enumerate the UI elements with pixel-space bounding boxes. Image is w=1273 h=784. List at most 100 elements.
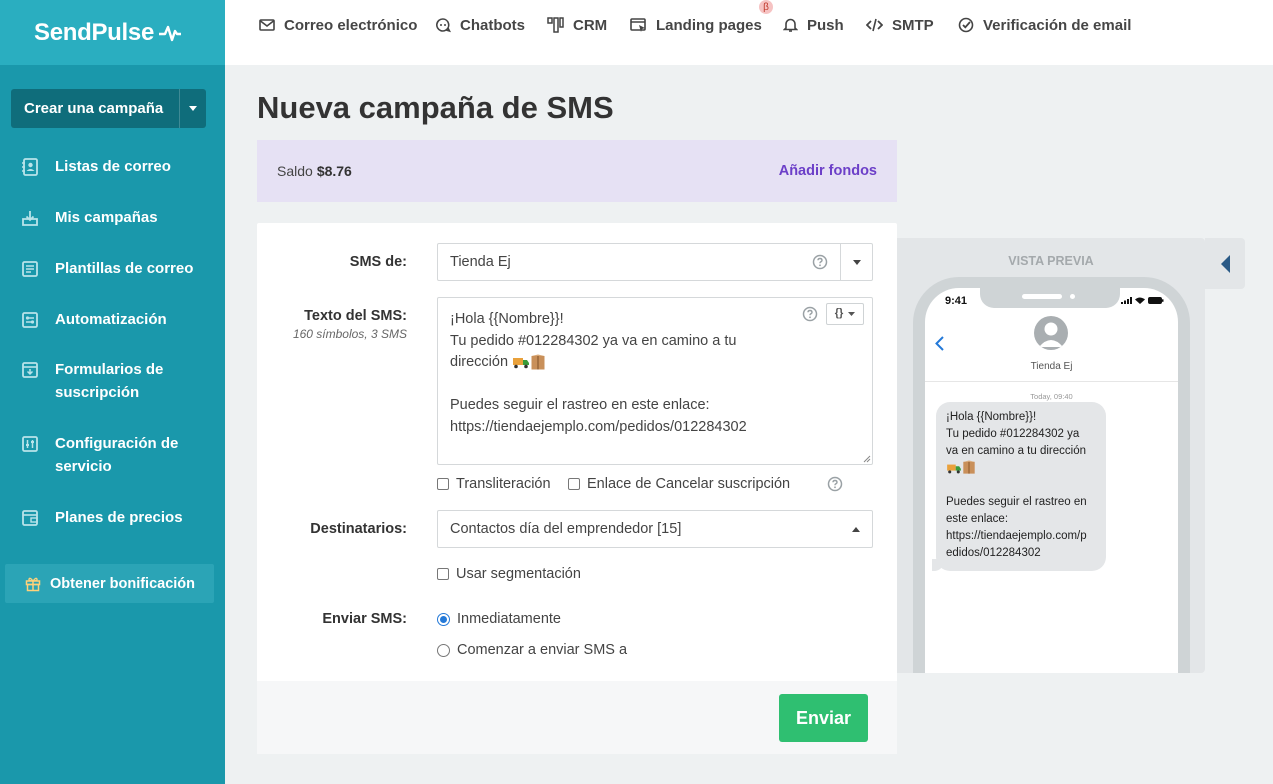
- mail-icon: [259, 19, 275, 31]
- sms-form: SMS de: Tienda Ej Texto del SMS: 160 sím…: [257, 223, 897, 754]
- templates-icon: [22, 261, 38, 277]
- sender-select[interactable]: Tienda Ej: [437, 243, 873, 281]
- back-arrow-icon[interactable]: [935, 336, 944, 351]
- topnav-push[interactable]: Push: [783, 15, 844, 35]
- pulse-icon: [159, 25, 182, 41]
- message-line: ¡Hola {{Nombre}}!: [450, 311, 564, 327]
- help-icon[interactable]: [827, 476, 843, 492]
- phone-screen: 9:41 Tienda Ej Today, 09:40 ¡Hola {{Nomb…: [925, 288, 1178, 673]
- checkbox-box[interactable]: [437, 568, 449, 580]
- recipients-select[interactable]: Contactos día del emprendedor [15]: [437, 510, 873, 548]
- collapse-preview-button[interactable]: [1205, 238, 1245, 289]
- help-icon[interactable]: [802, 306, 818, 322]
- wifi-icon: [1135, 297, 1145, 304]
- sms-bubble: ¡Hola {{Nombre}}! Tu pedido #012284302 y…: [932, 402, 1106, 571]
- message-line-text: dirección: [450, 354, 509, 370]
- segmentation-label: Usar segmentación: [456, 566, 581, 582]
- send-sms-label: Enviar SMS:: [322, 611, 407, 627]
- phone-status-icons: [1121, 297, 1164, 304]
- sender-dropdown-toggle[interactable]: [840, 244, 872, 280]
- sender-value: Tienda Ej: [450, 254, 511, 270]
- create-campaign-dropdown[interactable]: [179, 89, 206, 128]
- get-bonus-button[interactable]: Obtener bonificación: [5, 564, 214, 603]
- sms-text-label: Texto del SMS:: [304, 308, 407, 324]
- wallet-icon: [22, 510, 38, 526]
- topnav-email[interactable]: Correo electrónico: [259, 15, 417, 35]
- sidebar-item-label: Listas de correo: [55, 158, 171, 175]
- triangle-left-icon: [1220, 254, 1230, 273]
- sidebar-item-label: Automatización: [55, 311, 167, 328]
- textarea-toolbar: {}: [802, 303, 864, 325]
- bubble-line: Tu pedido #012284302 ya: [946, 428, 1080, 440]
- add-funds-link[interactable]: Añadir fondos: [779, 163, 877, 179]
- checkbox-box[interactable]: [437, 478, 449, 490]
- segmentation-checkbox[interactable]: Usar segmentación: [437, 566, 581, 582]
- topnav-email-verification[interactable]: Verificación de email: [958, 15, 1131, 35]
- topnav-label: Landing pages: [656, 16, 762, 34]
- caret-down-icon: [852, 259, 861, 265]
- balance-amount: $8.76: [316, 163, 352, 179]
- send-scheduled-radio[interactable]: Comenzar a enviar SMS a: [437, 642, 627, 658]
- send-now-radio[interactable]: Inmediatamente: [437, 611, 561, 627]
- create-campaign-label: Crear una campaña: [24, 100, 164, 117]
- topnav-label: Verificación de email: [983, 16, 1132, 34]
- bubble-line: ¡Hola {{Nombre}}!: [946, 411, 1037, 423]
- send-scheduled-label: Comenzar a enviar SMS a: [457, 642, 628, 658]
- balance-bar: Saldo $8.76 Añadir fondos: [257, 140, 897, 202]
- settings-sliders-icon: [22, 436, 38, 452]
- logo[interactable]: SendPulse: [0, 0, 225, 65]
- sidebar-item-label: Planes de precios: [55, 509, 183, 526]
- sms-char-count: 160 símbolos, 3 SMS: [292, 327, 407, 341]
- topnav-label: Correo electrónico: [284, 16, 418, 34]
- radio-unselected[interactable]: [437, 643, 450, 657]
- bubble-line: https://tiendaejemplo.com/p: [946, 530, 1087, 542]
- send-button[interactable]: Enviar: [779, 694, 868, 742]
- radio-selected[interactable]: [437, 612, 450, 626]
- insert-variable-button[interactable]: {}: [826, 303, 864, 325]
- battery-icon: [1148, 297, 1164, 304]
- unsubscribe-link-checkbox[interactable]: Enlace de Cancelar suscripción: [568, 476, 790, 492]
- topnav-label: CRM: [573, 16, 608, 34]
- bubble-line: este enlace:: [946, 513, 1009, 525]
- message-line: Tu pedido #012284302 ya va en camino a t…: [450, 332, 737, 349]
- recipients-dropdown-toggle[interactable]: [840, 526, 872, 532]
- create-campaign-button[interactable]: Crear una campaña: [11, 89, 206, 128]
- help-icon[interactable]: [812, 254, 828, 270]
- transliteration-checkbox[interactable]: Transliteración: [437, 476, 551, 492]
- sidebar-item-label: Formularios de suscripción: [55, 361, 164, 401]
- sidebar-item-label: Plantillas de correo: [55, 260, 194, 277]
- topnav-label: Push: [807, 16, 844, 34]
- landing-icon: [630, 18, 646, 32]
- topnav-landing-pages[interactable]: Landing pages: [630, 15, 762, 35]
- bubble-emoji-line: [946, 460, 1096, 477]
- chatbot-icon: [436, 18, 451, 33]
- sender-label: SMS de:: [349, 254, 407, 270]
- form-footer: Enviar: [257, 681, 897, 754]
- topnav-chatbots[interactable]: Chatbots: [435, 15, 525, 35]
- chat-header: Tienda Ej: [925, 316, 1178, 382]
- preview-title: VISTA PREVIA: [1008, 254, 1094, 268]
- sms-text-area[interactable]: ¡Hola {{Nombre}}! Tu pedido #012284302 y…: [437, 297, 873, 465]
- campaigns-icon: [22, 211, 38, 226]
- topnav-smtp[interactable]: SMTP: [866, 15, 934, 35]
- caret-up-icon: [852, 526, 860, 532]
- topnav-label: SMTP: [892, 16, 934, 34]
- topnav-crm[interactable]: CRM: [547, 15, 607, 35]
- message-line-with-emoji: dirección: [450, 352, 860, 374]
- resize-handle-icon[interactable]: [863, 455, 871, 463]
- bell-icon: [783, 18, 798, 32]
- topnav-label: Chatbots: [460, 16, 525, 34]
- contact-name: Tienda Ej: [1030, 361, 1073, 372]
- phone-frame: 9:41 Tienda Ej Today, 09:40 ¡Hola {{Nomb…: [913, 277, 1190, 673]
- crm-icon: [547, 17, 564, 33]
- caret-down-icon: [189, 106, 197, 111]
- checkbox-box[interactable]: [568, 478, 580, 490]
- unsubscribe-link-label: Enlace de Cancelar suscripción: [587, 476, 791, 492]
- bubble-line: va en camino a tu dirección: [946, 445, 1086, 457]
- address-book-icon: [22, 158, 38, 176]
- top-navigation: Correo electrónico Chatbots CRM Landing …: [225, 0, 1273, 65]
- beta-badge: β: [759, 0, 773, 14]
- code-icon: [866, 18, 883, 32]
- package-emoji-icon: [531, 354, 545, 370]
- recipients-label: Destinatarios:: [310, 521, 407, 537]
